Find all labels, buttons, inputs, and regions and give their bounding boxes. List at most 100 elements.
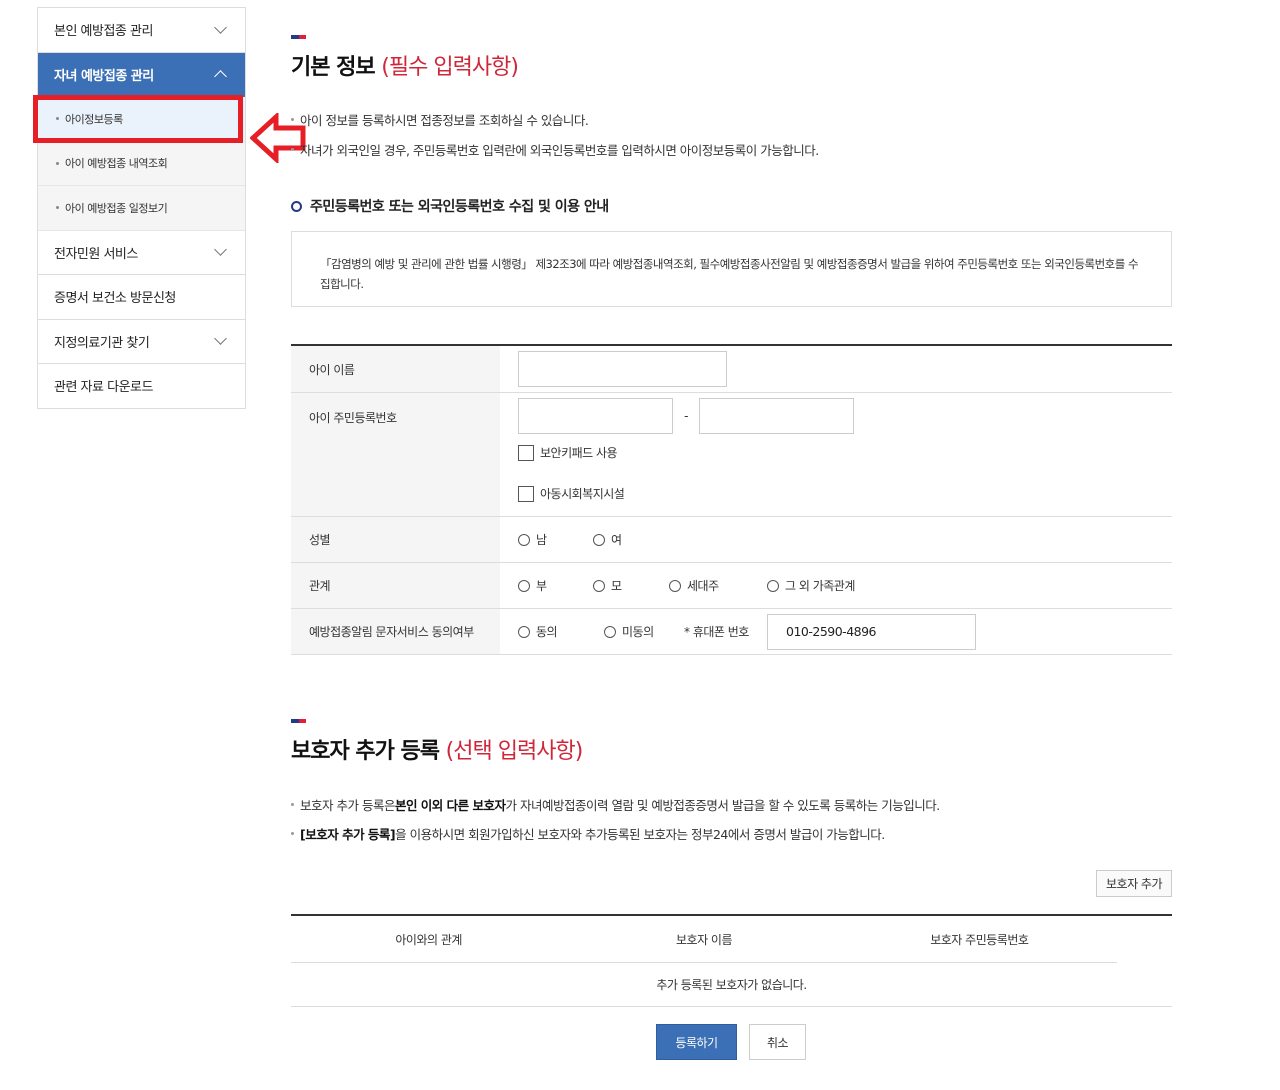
radio-icon[interactable] (593, 533, 605, 546)
sidebar-item-label: 지정의료기관 찾기 (54, 335, 150, 351)
submit-button[interactable]: 등록하기 (656, 1024, 737, 1060)
notice-title: 주민등록번호 또는 외국인등록번호 수집 및 이용 안내 (291, 196, 609, 216)
form-row-gender: 성별 남 여 (291, 517, 1172, 563)
bullet-icon (56, 161, 59, 165)
radio-label: 여 (611, 533, 622, 547)
sms-agree-radio[interactable]: 동의 (518, 623, 604, 640)
radio-icon[interactable] (518, 579, 530, 592)
radio-icon[interactable] (518, 533, 530, 546)
welfare-facility-checkbox[interactable]: 아동시회복지시설 (518, 485, 625, 502)
table-header: 아이와의 관계 보호자 이름 보호자 주민등록번호 (291, 916, 1117, 963)
field-label: 예방접종알림 문자서비스 동의여부 (291, 609, 500, 654)
checkbox-icon[interactable] (518, 485, 534, 502)
sidebar-item-find-clinic[interactable]: 지정의료기관 찾기 (38, 319, 245, 364)
phone-input[interactable]: 010-2590-4896 (767, 613, 976, 650)
radio-icon[interactable] (593, 579, 605, 592)
guardian-table: 아이와의 관계 보호자 이름 보호자 주민등록번호 추가 등록된 보호자가 없습… (291, 914, 1172, 1007)
sidebar-item-downloads[interactable]: 관련 자료 다운로드 (38, 364, 245, 409)
sidebar-subitem-label: 아이 예방접종 내역조회 (65, 157, 168, 171)
gender-female-radio[interactable]: 여 (593, 531, 622, 548)
radio-label: 그 외 가족관계 (785, 579, 855, 593)
sidebar-subitem-child-history[interactable]: 아이 예방접종 내역조회 (38, 141, 245, 186)
rrn-back-input[interactable] (699, 398, 854, 434)
radio-icon[interactable] (518, 625, 530, 638)
notice-box: 「감염병의 예방 및 관리에 관한 법률 시행령」 제32조3에 따라 예방접종… (291, 231, 1172, 307)
add-guardian-button[interactable]: 보호자 추가 (1096, 870, 1172, 897)
section-title-text: 보호자 추가 등록 (291, 739, 440, 764)
relation-other-radio[interactable]: 그 외 가족관계 (767, 577, 855, 594)
column-header: 보호자 이름 (675, 932, 733, 947)
circle-icon (291, 200, 302, 212)
relation-mother-radio[interactable]: 모 (593, 577, 669, 594)
bullet-bold-text: 본인 이외 다른 보호자 (394, 798, 506, 813)
sidebar-item-e-civil[interactable]: 전자민원 서비스 (38, 230, 245, 275)
highlight-box (33, 95, 243, 143)
bullet-icon (291, 118, 294, 121)
sidebar-item-certificate-visit[interactable]: 증명서 보건소 방문신청 (38, 275, 245, 320)
sidebar-item-label: 관련 자료 다운로드 (54, 380, 153, 396)
radio-label: 동의 (536, 625, 558, 639)
form-row-sms: 예방접종알림 문자서비스 동의여부 동의 미동의 * 휴대폰 번호 010-25… (291, 609, 1172, 655)
bullet-icon (291, 832, 294, 835)
phone-label: * 휴대폰 번호 (684, 625, 749, 639)
relation-father-radio[interactable]: 부 (518, 577, 593, 594)
sidebar-item-label: 자녀 예방접종 관리 (54, 68, 154, 84)
section-deco (291, 719, 306, 723)
radio-label: 모 (611, 579, 622, 593)
guardian-bullet: 보호자 추가 등록은 본인 이외 다른 보호자 가 자녀예방접종이력 열람 및 예… (291, 795, 940, 814)
sidebar-item-label: 전자민원 서비스 (54, 246, 138, 262)
bullet-icon (291, 803, 294, 806)
section-deco (291, 35, 306, 39)
bullet-icon (291, 148, 294, 151)
sidebar-item-label: 본인 예방접종 관리 (54, 24, 153, 40)
gender-male-radio[interactable]: 남 (518, 531, 593, 548)
sidebar: 본인 예방접종 관리 자녀 예방접종 관리 아이정보등록 아이 예방접종 내역조… (37, 7, 246, 409)
field-label: 관계 (291, 563, 500, 608)
notice-title-text: 주민등록번호 또는 외국인등록번호 수집 및 이용 안내 (310, 199, 609, 215)
bullet-text: 아이 정보를 등록하시면 접종정보를 조회하실 수 있습니다. (300, 113, 589, 128)
sms-disagree-radio[interactable]: 미동의 (604, 623, 684, 640)
relation-householder-radio[interactable]: 세대주 (669, 577, 767, 594)
basic-info-title: 기본 정보 (필수 입력사항) (291, 49, 519, 81)
column-header: 보호자 주민등록번호 (930, 932, 1029, 947)
sidebar-item-self-vaccination[interactable]: 본인 예방접종 관리 (38, 8, 245, 53)
sidebar-subitem-child-schedule[interactable]: 아이 예방접종 일정보기 (38, 186, 245, 231)
checkbox-label: 보안키패드 사용 (540, 446, 618, 460)
bullet-text: 가 자녀예방접종이력 열람 및 예방접종증명서 발급을 할 수 있도록 등록하는… (505, 798, 941, 813)
radio-label: 남 (536, 533, 547, 547)
notice-text: 「감염병의 예방 및 관리에 관한 법률 시행령」 제32조3에 따라 예방접종… (320, 257, 1139, 291)
field-label: 성별 (291, 517, 500, 562)
guardian-title: 보호자 추가 등록 (선택 입력사항) (291, 733, 584, 765)
radio-label: 미동의 (622, 625, 654, 639)
radio-icon[interactable] (669, 579, 681, 592)
sidebar-item-child-vaccination[interactable]: 자녀 예방접종 관리 (38, 52, 245, 97)
child-name-input[interactable] (518, 351, 727, 387)
chevron-up-icon (214, 70, 227, 84)
bullet-text: 보호자 추가 등록은 (300, 798, 395, 813)
info-bullet: 아이 정보를 등록하시면 접종정보를 조회하실 수 있습니다. (291, 110, 589, 129)
field-label: 아이 이름 (291, 346, 500, 392)
rrn-front-input[interactable] (518, 398, 673, 434)
column-header: 아이와의 관계 (395, 932, 462, 947)
rrn-separator: - (684, 409, 688, 423)
radio-label: 부 (536, 579, 547, 593)
cancel-button[interactable]: 취소 (749, 1024, 806, 1060)
secure-keypad-checkbox[interactable]: 보안키패드 사용 (518, 444, 618, 461)
section-subtitle: (선택 입력사항) (445, 739, 584, 764)
radio-label: 세대주 (687, 579, 719, 593)
chevron-down-icon (214, 243, 227, 257)
form-row-child-name: 아이 이름 (291, 346, 1172, 393)
radio-icon[interactable] (767, 579, 779, 592)
form-row-relation: 관계 부 모 세대주 그 외 가족관계 (291, 563, 1172, 609)
sidebar-subitem-label: 아이 예방접종 일정보기 (65, 201, 168, 215)
section-title-text: 기본 정보 (291, 55, 376, 80)
checkbox-icon[interactable] (518, 444, 534, 461)
radio-icon[interactable] (604, 625, 616, 638)
empty-row: 추가 등록된 보호자가 없습니다. (291, 963, 1172, 1007)
form-row-child-rrn: 아이 주민등록번호 - 보안키패드 사용 아동시회복지시설 (291, 393, 1172, 517)
bullet-bold-text: [보호자 추가 등록] (300, 827, 396, 842)
checkbox-label: 아동시회복지시설 (540, 487, 625, 501)
child-info-form: 아이 이름 아이 주민등록번호 - 보안키패드 사용 아동시회복지시설 성별 남… (291, 344, 1172, 655)
chevron-down-icon (214, 20, 227, 34)
info-bullet: 자녀가 외국인일 경우, 주민등록번호 입력란에 외국인등록번호를 입력하시면 … (291, 140, 819, 159)
